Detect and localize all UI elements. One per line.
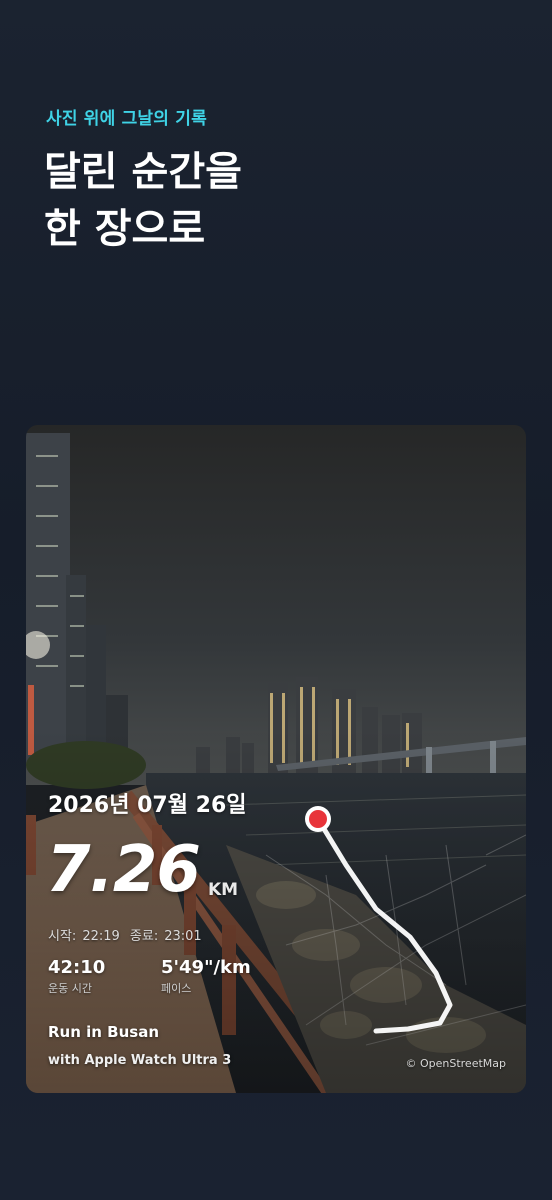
pace-label: 페이스 bbox=[161, 982, 192, 995]
end-label: 종료: bbox=[129, 929, 159, 944]
headline-line-2: 한 장으로 bbox=[44, 206, 206, 252]
duration-label: 운동 시간 bbox=[48, 982, 92, 995]
run-title: Run in Busan bbox=[48, 1023, 160, 1041]
distance-unit: KM bbox=[208, 880, 239, 900]
device-text: with Apple Watch Ultra 3 bbox=[48, 1053, 232, 1068]
pace-value: 5'49"/km bbox=[161, 957, 251, 978]
eyebrow-text: 사진 위에 그날의 기록 bbox=[46, 109, 207, 129]
headline-line-1: 달린 순간을 bbox=[44, 149, 242, 195]
duration-stat: 42:10 운동 시간 bbox=[48, 957, 105, 996]
run-time-range: 시작: 22:19 종료: 23:01 bbox=[48, 925, 208, 944]
headline: 달린 순간을 한 장으로 bbox=[44, 144, 242, 258]
start-label: 시작: bbox=[48, 929, 77, 944]
pace-stat: 5'49"/km 페이스 bbox=[161, 957, 251, 996]
duration-value: 42:10 bbox=[48, 957, 106, 978]
map-attribution: © OpenStreetMap bbox=[405, 1057, 506, 1070]
run-date: 2026년 07월 26일 bbox=[48, 793, 247, 818]
run-stats-overlay: 2026년 07월 26일 7.26 KM 시작: 22:19 종료: 23:01 … bbox=[26, 425, 526, 1093]
run-photo-card[interactable]: 2026년 07월 26일 7.26 KM 시작: 22:19 종료: 23:01 … bbox=[26, 425, 526, 1093]
end-time: 23:01 bbox=[164, 929, 202, 944]
distance-value: 7.26 bbox=[46, 833, 201, 907]
start-time: 22:19 bbox=[82, 929, 120, 944]
